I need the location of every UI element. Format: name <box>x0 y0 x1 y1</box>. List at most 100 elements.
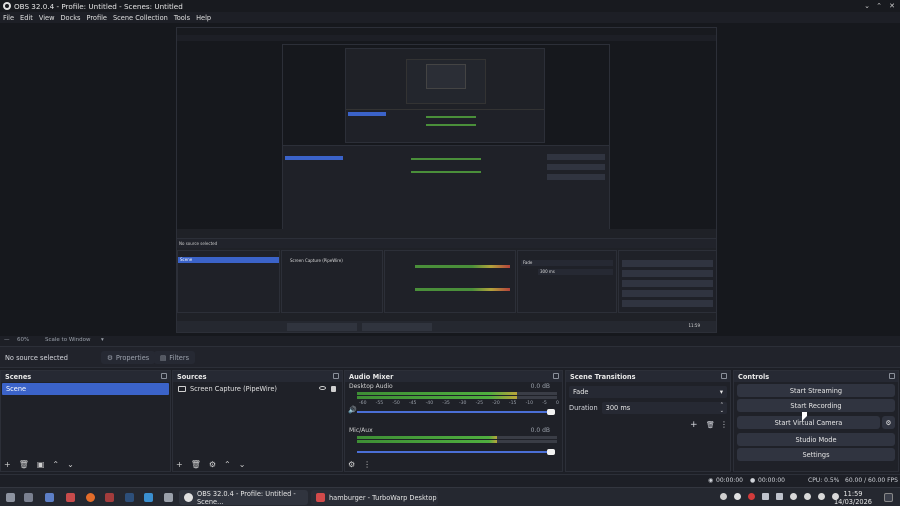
scale-tick: -20 <box>492 401 500 406</box>
mixer-title: Audio Mixer <box>349 372 394 381</box>
transition-type: Fade <box>573 388 589 396</box>
zoom-minus-icon[interactable]: — <box>4 337 10 343</box>
filters-button[interactable]: ▤ Filters <box>154 351 195 364</box>
stream-time: 00:00:00 <box>716 477 743 484</box>
volume-fader[interactable] <box>357 411 549 413</box>
file-manager-icon[interactable] <box>45 493 54 502</box>
chevron-down-icon[interactable]: ▾ <box>101 337 104 343</box>
storage-icon[interactable] <box>776 493 783 500</box>
nested-preview: No source selected Scene Screen Capture … <box>176 27 717 333</box>
record-time: 00:00:00 <box>758 477 785 484</box>
scene-item[interactable]: Scene <box>2 383 169 395</box>
dock-float-icon[interactable] <box>161 373 167 379</box>
move-down-icon[interactable]: ⌄ <box>239 460 246 469</box>
chevron-down-icon: ▾ <box>719 388 723 396</box>
obs-logo-icon <box>184 493 193 502</box>
monitor-icon <box>178 386 186 392</box>
obs-tray-icon[interactable] <box>734 493 741 500</box>
start-virtual-camera-button[interactable]: Start Virtual Camera <box>737 416 880 429</box>
task-switcher-icon[interactable] <box>24 493 33 502</box>
maximize-icon[interactable]: ⌃ <box>874 1 884 11</box>
close-icon[interactable]: ✕ <box>887 1 897 11</box>
dock-float-icon[interactable] <box>721 373 727 379</box>
dock-float-icon[interactable] <box>333 373 339 379</box>
taskbar-obs-app[interactable]: OBS 32.0.4 - Profile: Untitled - Scene..… <box>179 490 308 506</box>
discover-icon[interactable] <box>144 493 153 502</box>
network-icon[interactable] <box>818 493 825 500</box>
zoom-level[interactable]: 60% <box>17 337 29 343</box>
add-transition-icon[interactable]: + <box>690 420 698 430</box>
remove-scene-icon[interactable]: 🗑 <box>19 460 29 469</box>
properties-label: Properties <box>115 353 150 362</box>
menu-file[interactable]: File <box>3 14 14 22</box>
eye-icon[interactable] <box>319 386 326 390</box>
steam-icon[interactable] <box>125 493 134 502</box>
add-source-icon[interactable]: + <box>176 460 183 469</box>
no-source-label: No source selected <box>5 354 68 362</box>
record-tray-icon[interactable] <box>748 493 755 500</box>
stepper-icon[interactable]: ⌃ ⌄ <box>720 402 724 414</box>
settings-button[interactable]: Settings <box>737 448 895 461</box>
clock-date: 14/03/2026 <box>833 498 872 506</box>
fader-knob[interactable] <box>547 449 555 455</box>
taskbar-turbowarp-label: hamburger - TurboWarp Desktop <box>329 493 437 502</box>
transition-select[interactable]: Fade ▾ <box>569 386 727 398</box>
clock[interactable]: 11:59 14/03/2026 <box>834 490 872 506</box>
move-up-icon[interactable]: ⌃ <box>224 460 231 469</box>
remove-source-icon[interactable]: 🗑 <box>191 460 201 469</box>
tray-icon[interactable] <box>720 493 727 500</box>
firefox-icon[interactable] <box>86 493 95 502</box>
dock-float-icon[interactable] <box>553 373 559 379</box>
zoom-bar: — 60% Scale to Window ▾ <box>0 336 900 346</box>
scene-filter-icon[interactable]: ▣ <box>37 460 45 469</box>
studio-mode-button[interactable]: Studio Mode <box>737 433 895 446</box>
menu-tools[interactable]: Tools <box>174 14 190 22</box>
updates-icon[interactable] <box>790 493 797 500</box>
speaker-icon[interactable]: 🔊 <box>348 406 357 414</box>
fader-knob[interactable] <box>547 409 555 415</box>
app-icon[interactable] <box>164 493 173 502</box>
more-options-icon[interactable]: ⋮ <box>363 460 371 469</box>
duration-input[interactable]: 300 ms ⌃ ⌄ <box>601 402 727 414</box>
volume-fader[interactable] <box>357 451 549 453</box>
turbowarp-icon[interactable] <box>66 493 75 502</box>
move-up-icon[interactable]: ⌃ <box>52 460 59 469</box>
audio-mixer-dock: Audio Mixer Desktop Audio 0.0 dB -60 -55 -… <box>344 370 563 472</box>
source-item[interactable]: Screen Capture (PipeWire) <box>175 384 340 395</box>
menu-edit[interactable]: Edit <box>20 14 33 22</box>
add-scene-icon[interactable]: + <box>4 460 11 469</box>
source-properties-icon[interactable]: ⚙ <box>209 460 216 469</box>
turbowarp-icon <box>316 493 325 502</box>
dock-float-icon[interactable] <box>889 373 895 379</box>
menu-scene-collection[interactable]: Scene Collection <box>113 14 168 22</box>
scenes-title: Scenes <box>5 372 32 381</box>
clipboard-icon[interactable] <box>762 493 769 500</box>
menu-profile[interactable]: Profile <box>86 14 107 22</box>
scale-mode[interactable]: Scale to Window <box>45 337 91 343</box>
menu-view[interactable]: View <box>39 14 55 22</box>
app-launcher-icon[interactable] <box>6 493 15 502</box>
virtual-camera-settings-icon[interactable]: ⚙ <box>882 416 895 429</box>
nested-fade: Fade <box>521 260 613 266</box>
sources-dock: Sources Screen Capture (PipeWire) + 🗑 ⚙ … <box>172 370 343 472</box>
app-icon[interactable] <box>105 493 114 502</box>
taskbar-turbowarp-app[interactable]: hamburger - TurboWarp Desktop <box>311 490 438 505</box>
menu-docks[interactable]: Docks <box>60 14 80 22</box>
menu-help[interactable]: Help <box>196 14 211 22</box>
source-label: Screen Capture (PipeWire) <box>190 385 277 393</box>
properties-button[interactable]: ⚙ Properties <box>101 351 156 364</box>
start-streaming-button[interactable]: Start Streaming <box>737 384 895 397</box>
mixer-settings-icon[interactable]: ⚙ <box>348 460 355 469</box>
move-down-icon[interactable]: ⌄ <box>67 460 74 469</box>
start-recording-button[interactable]: Start Recording <box>737 399 895 412</box>
volume-icon[interactable] <box>804 493 811 500</box>
remove-transition-icon[interactable]: 🗑 <box>706 421 715 429</box>
more-options-icon[interactable]: ⋮ <box>720 420 728 429</box>
show-desktop-icon[interactable] <box>884 493 893 502</box>
lock-icon[interactable] <box>331 386 336 392</box>
controls-dock: Controls Start Streaming Start Recording… <box>733 370 899 472</box>
scale-tick: -55 <box>375 401 384 406</box>
scale-tick: -5 <box>542 401 547 406</box>
channel-name: Desktop Audio <box>349 383 393 390</box>
minimize-icon[interactable]: ⌄ <box>862 1 872 11</box>
